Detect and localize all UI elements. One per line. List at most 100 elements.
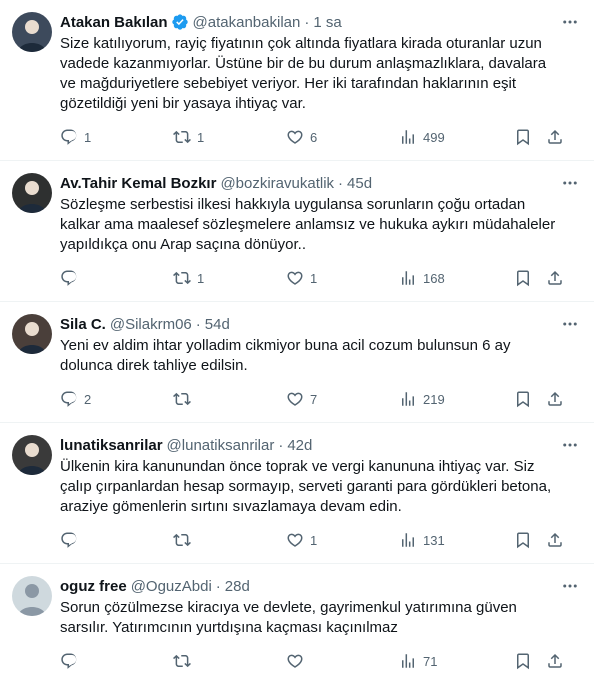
like-count: 6: [310, 129, 318, 145]
avatar[interactable]: [12, 576, 52, 616]
tweet-secondary-actions: [514, 390, 564, 408]
tweet[interactable]: Sila C. @Silakrm06 · 54d Yeni ev aldim i…: [0, 302, 594, 423]
separator-dot: ·: [304, 13, 310, 31]
separator-dot: ·: [195, 315, 201, 333]
more-icon[interactable]: [560, 435, 580, 455]
reply-button[interactable]: [60, 652, 120, 670]
views-button[interactable]: 219: [399, 390, 461, 408]
avatar-image: [12, 173, 52, 213]
tweet-text: Size katılıyorum, rayiç fiyatının çok al…: [60, 35, 551, 112]
more-icon[interactable]: [560, 173, 580, 193]
avatar[interactable]: [12, 314, 52, 354]
tweet-secondary-actions: [514, 128, 564, 146]
retweet-button[interactable]: [173, 390, 233, 408]
tweet-time[interactable]: 1 sa: [313, 14, 341, 31]
reply-button[interactable]: [60, 269, 120, 287]
bookmark-icon[interactable]: [514, 128, 532, 146]
like-button[interactable]: 7: [286, 390, 346, 408]
like-button[interactable]: 1: [286, 269, 346, 287]
tweet-actions: 1 1 6 499: [60, 114, 578, 160]
like-button[interactable]: 1: [286, 531, 346, 549]
views-button[interactable]: 499: [399, 128, 461, 146]
bookmark-icon[interactable]: [514, 652, 532, 670]
author-handle[interactable]: @lunatiksanrilar: [167, 437, 275, 454]
author-name[interactable]: oguz free: [60, 578, 127, 595]
views-count: 499: [423, 129, 445, 145]
retweet-button[interactable]: [173, 652, 233, 670]
avatar-image: [12, 435, 52, 475]
tweet-time[interactable]: 45d: [347, 175, 372, 192]
share-icon[interactable]: [546, 390, 564, 408]
author-handle[interactable]: @Silakrm06: [110, 316, 192, 333]
more-icon[interactable]: [560, 12, 580, 32]
like-icon: [286, 390, 304, 408]
views-icon: [399, 652, 417, 670]
author-handle[interactable]: @atakanbakilan: [193, 14, 301, 31]
reply-icon: [60, 128, 78, 146]
like-button[interactable]: 6: [286, 128, 346, 146]
like-button[interactable]: [286, 652, 346, 670]
tweet-header: Atakan Bakılan @atakanbakilan · 1 sa: [60, 12, 578, 32]
retweet-button[interactable]: [173, 531, 233, 549]
author-name[interactable]: lunatiksanrilar: [60, 437, 163, 454]
like-icon: [286, 128, 304, 146]
tweet-secondary-actions: [514, 652, 564, 670]
tweet-secondary-actions: [514, 531, 564, 549]
author-name[interactable]: Sila C.: [60, 316, 106, 333]
tweet-time[interactable]: 54d: [205, 316, 230, 333]
tweet[interactable]: Av.Tahir Kemal Bozkır @bozkiravukatlik ·…: [0, 161, 594, 302]
tweet-secondary-actions: [514, 269, 564, 287]
tweet-time[interactable]: 42d: [287, 437, 312, 454]
like-icon: [286, 531, 304, 549]
tweet[interactable]: Atakan Bakılan @atakanbakilan · 1 sa Siz…: [0, 0, 594, 161]
tweet-time[interactable]: 28d: [225, 578, 250, 595]
avatar-image: [12, 314, 52, 354]
separator-dot: ·: [338, 174, 344, 192]
more-icon[interactable]: [560, 576, 580, 596]
views-icon: [399, 531, 417, 549]
retweet-icon: [173, 269, 191, 287]
share-icon[interactable]: [546, 128, 564, 146]
retweet-count: 1: [197, 270, 205, 286]
reply-icon: [60, 269, 78, 287]
views-button[interactable]: 131: [399, 531, 461, 549]
tweet-header: lunatiksanrilar @lunatiksanrilar · 42d: [60, 435, 578, 455]
views-button[interactable]: 168: [399, 269, 461, 287]
avatar[interactable]: [12, 12, 52, 52]
avatar[interactable]: [12, 173, 52, 213]
reply-icon: [60, 531, 78, 549]
share-icon[interactable]: [546, 652, 564, 670]
views-count: 219: [423, 391, 445, 407]
more-icon[interactable]: [560, 314, 580, 334]
reply-button[interactable]: [60, 531, 120, 549]
author-name[interactable]: Av.Tahir Kemal Bozkır: [60, 175, 216, 192]
retweet-icon: [173, 390, 191, 408]
share-icon[interactable]: [546, 531, 564, 549]
tweet-actions: 1 1 168: [60, 255, 578, 301]
tweet[interactable]: oguz free @OguzAbdi · 28d Sorun çözülmez…: [0, 564, 594, 675]
author-handle[interactable]: @bozkiravukatlik: [220, 175, 334, 192]
reply-icon: [60, 390, 78, 408]
retweet-button[interactable]: 1: [173, 269, 233, 287]
retweet-button[interactable]: 1: [173, 128, 233, 146]
tweet-header: Av.Tahir Kemal Bozkır @bozkiravukatlik ·…: [60, 173, 578, 193]
like-icon: [286, 652, 304, 670]
retweet-icon: [173, 128, 191, 146]
bookmark-icon[interactable]: [514, 531, 532, 549]
reply-button[interactable]: 2: [60, 390, 120, 408]
author-handle[interactable]: @OguzAbdi: [131, 578, 212, 595]
reply-count: 2: [84, 391, 92, 407]
share-icon[interactable]: [546, 269, 564, 287]
views-count: 131: [423, 532, 445, 548]
reply-button[interactable]: 1: [60, 128, 120, 146]
bookmark-icon[interactable]: [514, 269, 532, 287]
retweet-count: 1: [197, 129, 205, 145]
tweet[interactable]: lunatiksanrilar @lunatiksanrilar · 42d Ü…: [0, 423, 594, 564]
avatar[interactable]: [12, 435, 52, 475]
reply-count: 1: [84, 129, 92, 145]
bookmark-icon[interactable]: [514, 390, 532, 408]
tweet-text: Yeni ev aldim ihtar yolladim cikmiyor bu…: [60, 337, 515, 374]
author-name[interactable]: Atakan Bakılan: [60, 14, 168, 31]
like-count: 1: [310, 532, 318, 548]
views-button[interactable]: 71: [399, 652, 461, 670]
